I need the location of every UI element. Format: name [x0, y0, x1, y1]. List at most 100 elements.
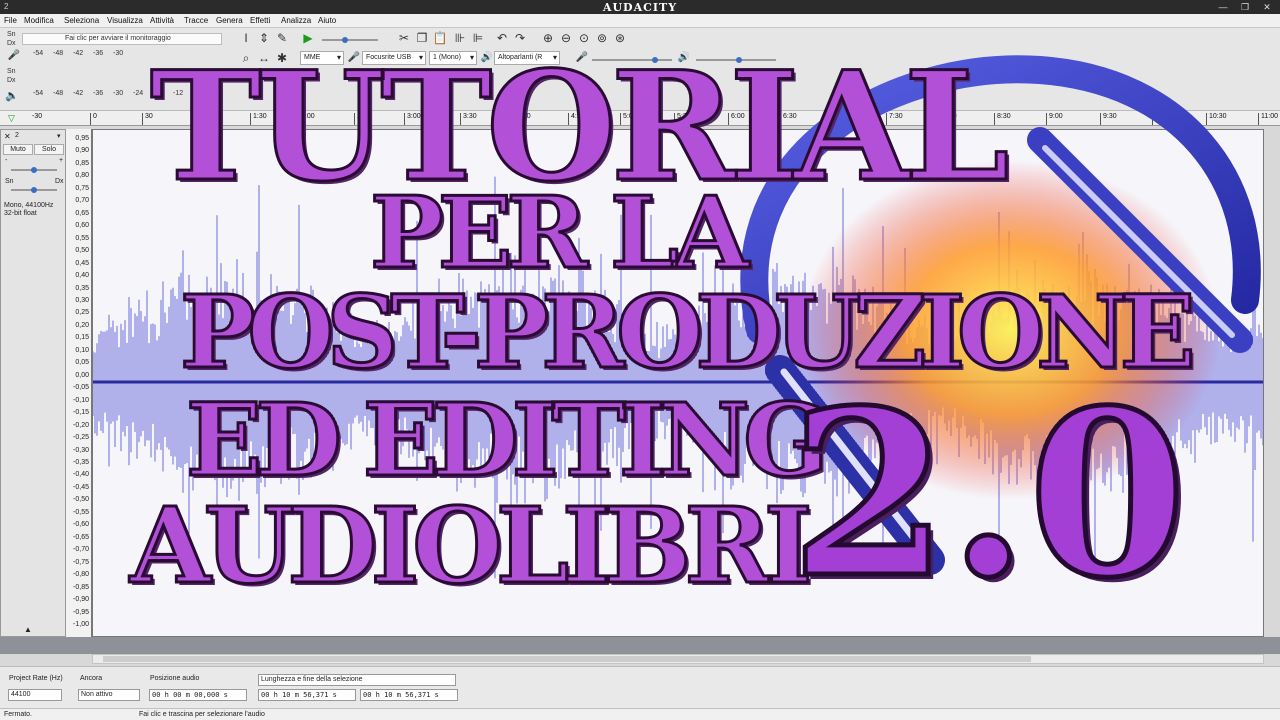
track-close-icon[interactable]: ✕ — [4, 132, 11, 141]
amplitude-tick: -0,45 — [73, 483, 89, 491]
track-control-panel: ✕ 2 ▾ Muto Solo - + Sn Dx Mono, 44100Hz … — [0, 129, 66, 637]
audio-position-field[interactable]: 00 h 00 m 00,000 s — [149, 689, 247, 701]
amplitude-tick: -0,30 — [73, 446, 89, 454]
menu-attivita[interactable]: Attività — [150, 16, 174, 25]
audio-position-label: Posizione audio — [150, 675, 200, 682]
play-meter-left-label: Sn — [7, 68, 16, 75]
amplitude-tick: 0,25 — [75, 309, 89, 317]
menu-tracce[interactable]: Tracce — [184, 16, 208, 25]
pan-left-label: Sn — [5, 178, 14, 185]
amplitude-tick: 0,55 — [75, 234, 89, 242]
amplitude-tick: -0,85 — [73, 583, 89, 591]
amplitude-tick: 0,35 — [75, 284, 89, 292]
amplitude-tick: -0,20 — [73, 421, 89, 429]
amplitude-tick: -0,40 — [73, 471, 89, 479]
amplitude-tick: 0,70 — [75, 197, 89, 205]
ruler-tick: -30 — [32, 113, 43, 120]
track-name[interactable]: 2 — [15, 132, 19, 139]
amplitude-tick: 0,05 — [75, 359, 89, 367]
amplitude-tick: 0,40 — [75, 272, 89, 280]
menu-analizza[interactable]: Analizza — [281, 16, 311, 25]
ruler-tick: 11:00 — [1258, 113, 1278, 125]
speaker-icon[interactable]: 🔈 — [4, 88, 20, 104]
pan-right-label: Dx — [55, 178, 64, 185]
thumbnail-version-number: 2.0 — [788, 360, 1190, 628]
window-title: AUDACITY — [602, 1, 678, 14]
amplitude-tick: 0,20 — [75, 321, 89, 329]
ruler-tick: 9:00 — [1046, 113, 1063, 125]
amplitude-tick: 0,15 — [75, 334, 89, 342]
amplitude-tick: 0,60 — [75, 222, 89, 230]
close-icon[interactable]: ✕ — [1256, 0, 1278, 14]
amplitude-tick: -0,10 — [73, 396, 89, 404]
ruler-tick: 9:30 — [1100, 113, 1117, 125]
solo-button[interactable]: Solo — [34, 144, 64, 155]
minimize-icon[interactable]: — — [1212, 0, 1234, 14]
amplitude-tick: 0,90 — [75, 147, 89, 155]
menu-bar: File Modifica Seleziona Visualizza Attiv… — [0, 14, 1280, 28]
menu-effetti[interactable]: Effetti — [250, 16, 270, 25]
amplitude-tick: -0,70 — [73, 546, 89, 554]
amplitude-tick: -0,75 — [73, 558, 89, 566]
amplitude-tick: -0,95 — [73, 608, 89, 616]
amplitude-tick: 0,45 — [75, 259, 89, 267]
record-meter-left-label: Sn — [7, 31, 16, 38]
menu-modifica[interactable]: Modifica — [24, 16, 54, 25]
thumbnail-title-line-5: AUDIOLIBRI — [129, 484, 815, 607]
snap-label: Ancora — [80, 675, 103, 682]
status-hint: Fai clic e trascina per selezionare l'au… — [139, 711, 265, 718]
menu-aiuto[interactable]: Aiuto — [318, 16, 336, 25]
menu-genera[interactable]: Genera — [216, 16, 243, 25]
amplitude-tick: 0,30 — [75, 297, 89, 304]
amplitude-tick: 0,50 — [75, 247, 89, 255]
pan-slider[interactable] — [11, 187, 57, 193]
scrollbar-thumb[interactable] — [103, 656, 1031, 662]
mute-button[interactable]: Muto — [3, 144, 33, 155]
horizontal-scrollbar[interactable] — [92, 654, 1264, 664]
project-rate-select[interactable]: 44100 — [8, 689, 62, 701]
amplitude-tick: 0,80 — [75, 172, 89, 180]
microphone-icon[interactable]: 🎤 — [6, 48, 22, 64]
snap-select[interactable]: Non attivo — [78, 689, 140, 701]
amplitude-tick: -0,55 — [73, 508, 89, 516]
amplitude-tick: -1,00 — [73, 621, 89, 628]
selection-toolbar: Project Rate (Hz) 44100 Ancora Non attiv… — [0, 666, 1280, 708]
empty-track-area[interactable] — [0, 637, 1280, 654]
collapse-track-icon[interactable]: ▲ — [24, 625, 32, 634]
amplitude-tick: -0,80 — [73, 571, 89, 579]
amplitude-tick: -0,50 — [73, 496, 89, 504]
menu-visualizza[interactable]: Visualizza — [107, 16, 143, 25]
amplitude-tick: -0,65 — [73, 533, 89, 541]
gain-slider[interactable] — [11, 167, 57, 173]
amplitude-tick: 0,65 — [75, 209, 89, 217]
track-bitdepth-info: 32-bit float — [4, 210, 37, 217]
amplitude-tick: 0,10 — [75, 346, 89, 354]
gain-plus-icon: + — [59, 157, 64, 164]
menu-seleziona[interactable]: Seleziona — [64, 16, 99, 25]
selection-start-field[interactable]: 00 h 10 m 56,371 s — [258, 689, 356, 701]
play-meter-right-label: Dx — [7, 77, 16, 84]
amplitude-scale: 0,95 0,90 0,85 0,80 0,75 0,70 0,65 0,60 0,55 0,50… — [66, 129, 92, 637]
selection-end-field[interactable]: 00 h 10 m 56,371 s — [360, 689, 458, 701]
amplitude-tick: 0,85 — [75, 159, 89, 167]
window-titlebar: 2 AUDACITY — ❐ ✕ — [0, 0, 1280, 14]
menu-file[interactable]: File — [4, 16, 17, 25]
amplitude-tick: -0,05 — [73, 384, 89, 392]
status-bar: Fermato. Fai clic e trascina per selezio… — [0, 708, 1280, 720]
thumbnail-title-line-2: PER LA — [369, 176, 751, 291]
ruler-tick: 10:30 — [1206, 113, 1227, 125]
amplitude-tick: 0,95 — [75, 135, 89, 142]
amplitude-tick: -0,15 — [73, 409, 89, 417]
selection-mode-select[interactable]: Lunghezza e fine della selezione — [258, 674, 456, 686]
record-meter-right-label: Dx — [7, 40, 16, 47]
play-head-icon[interactable]: ▽ — [8, 113, 15, 124]
track-menu-icon[interactable]: ▾ — [57, 132, 61, 140]
amplitude-tick: 0,00 — [75, 371, 89, 379]
project-rate-label: Project Rate (Hz) — [9, 675, 63, 682]
thumbnail-title-line-4: ED EDITING — [184, 381, 829, 499]
amplitude-tick: -0,35 — [73, 459, 89, 466]
maximize-icon[interactable]: ❐ — [1234, 0, 1256, 14]
gain-minus-icon: - — [5, 157, 8, 164]
amplitude-tick: -0,25 — [73, 434, 89, 442]
amplitude-tick: -0,60 — [73, 521, 89, 529]
